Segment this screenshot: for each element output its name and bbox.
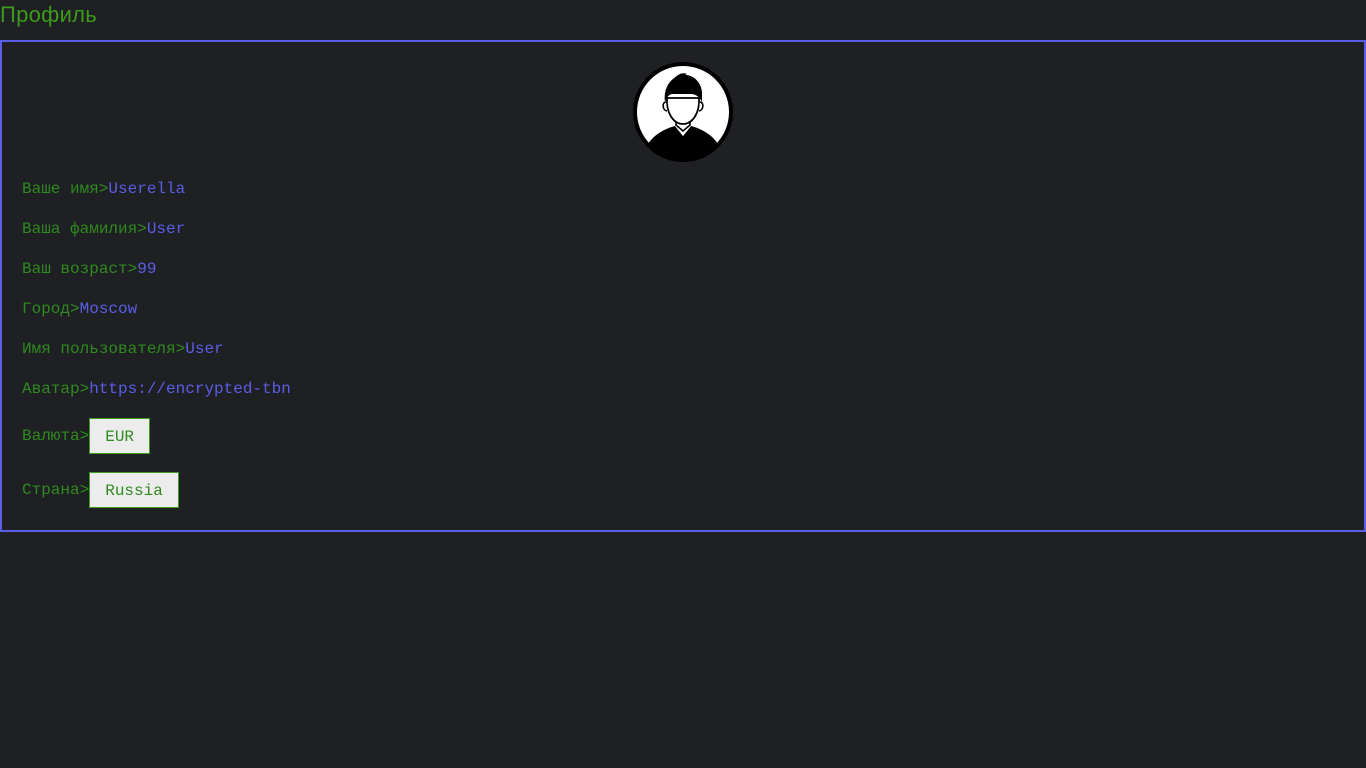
last-name-value: User (146, 220, 186, 238)
page-title: Профиль (0, 2, 98, 27)
avatar-url-label: Аватар> (22, 380, 90, 398)
last-name-row: Ваша фамилия>User (22, 219, 185, 239)
first-name-value: Userella (108, 180, 186, 198)
currency-label: Валюта> (22, 427, 90, 446)
city-label: Город> (22, 300, 80, 318)
profile-card: Ваше имя>Userella Ваша фамилия>User Ваш … (0, 40, 1366, 532)
age-label: Ваш возраст> (22, 260, 138, 278)
city-row: Город>Moscow (22, 299, 137, 319)
last-name-label: Ваша фамилия> (22, 220, 147, 238)
age-value: 99 (137, 260, 157, 278)
age-row: Ваш возраст>99 (22, 259, 156, 279)
country-select[interactable]: Russia (89, 472, 179, 508)
avatar-url-row: Аватар>https://encrypted-tbn (22, 379, 290, 399)
country-row: Страна> Russia (22, 472, 179, 508)
username-row: Имя пользователя>User (22, 339, 224, 359)
username-label: Имя пользователя> (22, 340, 186, 358)
username-value: User (185, 340, 224, 358)
avatar-url-value: https://encrypted-tbn (89, 380, 291, 398)
first-name-row: Ваше имя>Userella (22, 179, 185, 199)
currency-row: Валюта> EUR (22, 418, 151, 454)
user-avatar-icon (633, 62, 733, 162)
first-name-label: Ваше имя> (22, 180, 109, 198)
country-label: Страна> (22, 481, 90, 500)
city-value: Moscow (79, 300, 138, 318)
avatar (633, 62, 733, 162)
currency-select[interactable]: EUR (89, 418, 151, 454)
